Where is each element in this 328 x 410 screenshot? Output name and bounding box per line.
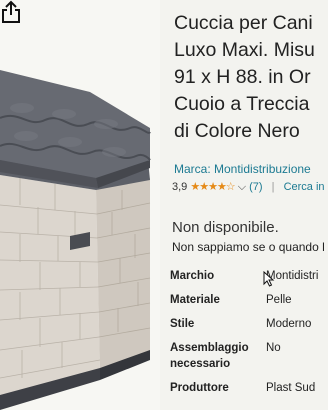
spec-value: Moderno [266, 318, 312, 330]
availability-status: Non disponibile. [172, 219, 279, 236]
spec-row-manufacturer: Produttore Plast Sud [170, 380, 328, 404]
rating-value: 3,9 [172, 181, 188, 193]
rating-count-link[interactable]: (7) [249, 181, 262, 193]
product-image[interactable] [0, 0, 160, 410]
share-icon[interactable] [0, 0, 22, 24]
search-in-link[interactable]: Cerca in [284, 181, 325, 193]
spec-key: Stile [170, 318, 195, 330]
product-details: Cuccia per Cani Luxo Maxi. Misu 91 x H 8… [168, 0, 328, 410]
star-rating-icon[interactable]: ★★★★☆ [190, 181, 235, 193]
spec-row-assembly: Assemblaggio necessario No [170, 340, 328, 380]
spec-key: Produttore [170, 382, 229, 394]
title-line: Cuoio a Treccia [174, 93, 310, 115]
spec-table: Marchio Montidistri Materiale Pelle Stil… [170, 268, 328, 404]
title-line: Cuccia per Cani [174, 12, 313, 34]
dog-kennel-image [0, 70, 151, 410]
spec-value: Pelle [266, 294, 292, 306]
spec-key: Materiale [170, 294, 220, 306]
spec-key: Marchio [170, 270, 215, 282]
rating-row: 3,9 ★★★★☆ ⌵ (7) | Cerca in [172, 180, 325, 194]
spec-value: No [266, 342, 281, 354]
availability-subtext: Non sappiamo se o quando l [172, 240, 325, 254]
spec-value: Plast Sud [266, 382, 316, 394]
product-title: Cuccia per Cani Luxo Maxi. Misu 91 x H 8… [174, 10, 328, 145]
spec-row-style: Stile Moderno [170, 316, 328, 340]
title-line: di Colore Nero [174, 120, 300, 142]
separator: | [271, 181, 275, 193]
brand-link[interactable]: Marca: Montidistribuzione [174, 162, 311, 176]
spec-row-brand: Marchio Montidistri [170, 268, 328, 292]
title-line: Luxo Maxi. Misu [174, 39, 315, 61]
title-line: 91 x H 88. in Or [174, 66, 311, 88]
chevron-down-icon[interactable]: ⌵ [238, 181, 246, 193]
spec-row-material: Materiale Pelle [170, 292, 328, 316]
spec-key: Assemblaggio necessario [170, 342, 249, 370]
mouse-cursor-icon [263, 271, 275, 287]
